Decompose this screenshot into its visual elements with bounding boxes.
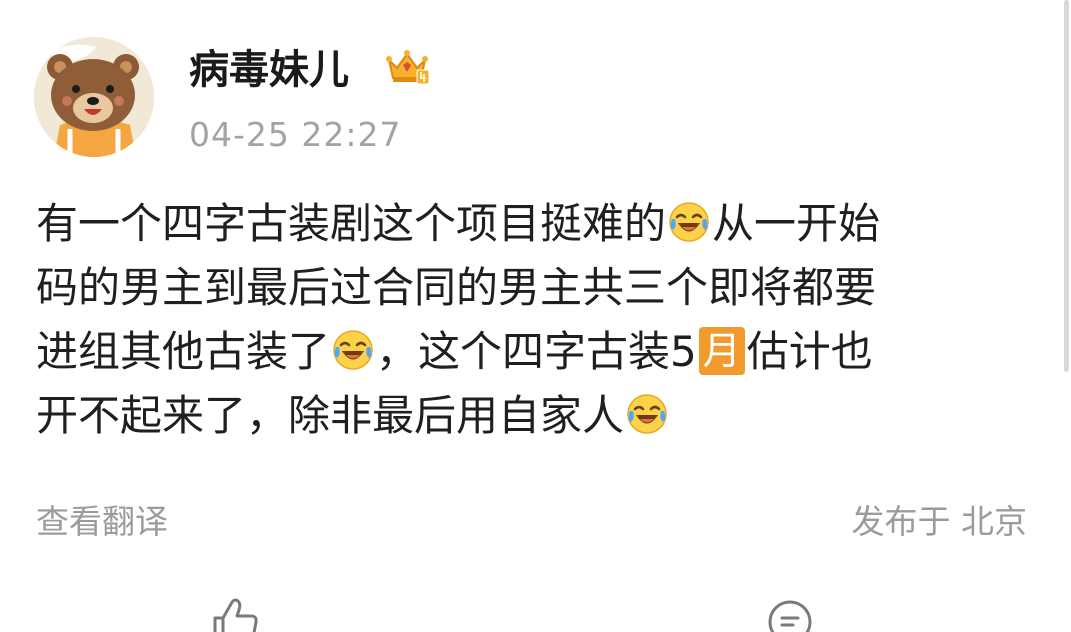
laughing-crying-face-icon [331, 326, 375, 370]
post-line: 码的男主到最后过合同的男主共三个即将都要 [36, 256, 1026, 320]
username[interactable]: 病毒妹儿 [189, 44, 349, 96]
post-line: 开不起来了，除非最后用自家人 [36, 384, 1026, 448]
post-text: 从一开始 [712, 199, 881, 248]
post-text: 估计也 [746, 327, 873, 376]
like-button[interactable] [207, 596, 263, 632]
post-text: 进组其他古装了 [36, 327, 331, 376]
post-timestamp: 04-25 22:27 [189, 115, 402, 154]
post-text: ，这个四字古装5 [376, 327, 697, 376]
laughing-crying-face-icon [625, 390, 669, 434]
post-line: 进组其他古装了 ，这个四字古装5 月估计也 [36, 320, 1026, 384]
post-text: 码的男主到最后过合同的男主共三个即将都要 [36, 263, 877, 312]
avatar[interactable] [34, 37, 154, 157]
translate-link[interactable]: 查看翻译 [36, 500, 168, 544]
scrollbar[interactable] [1064, 0, 1069, 372]
comment-button[interactable] [762, 596, 818, 632]
weibo-post-screen: 病毒妹儿 04-25 22:27 有一个四字古装剧这个项目挺难的 从一开始 码的男… [0, 0, 1071, 632]
post-text: 有一个四字古装剧这个项目挺难的 [36, 199, 667, 248]
laughing-crying-face-icon [667, 198, 711, 242]
post-location: 发布于 北京 [851, 502, 1028, 541]
post-text: 开不起来了，除非最后用自家人 [36, 391, 625, 440]
post-content: 有一个四字古装剧这个项目挺难的 从一开始 码的男主到最后过合同的男主共三个即将都要… [36, 192, 1026, 448]
post-line: 有一个四字古装剧这个项目挺难的 从一开始 [36, 192, 1026, 256]
crown-vip-level-4-icon[interactable] [383, 46, 431, 86]
month-emoji-badge: 月 [698, 327, 745, 375]
